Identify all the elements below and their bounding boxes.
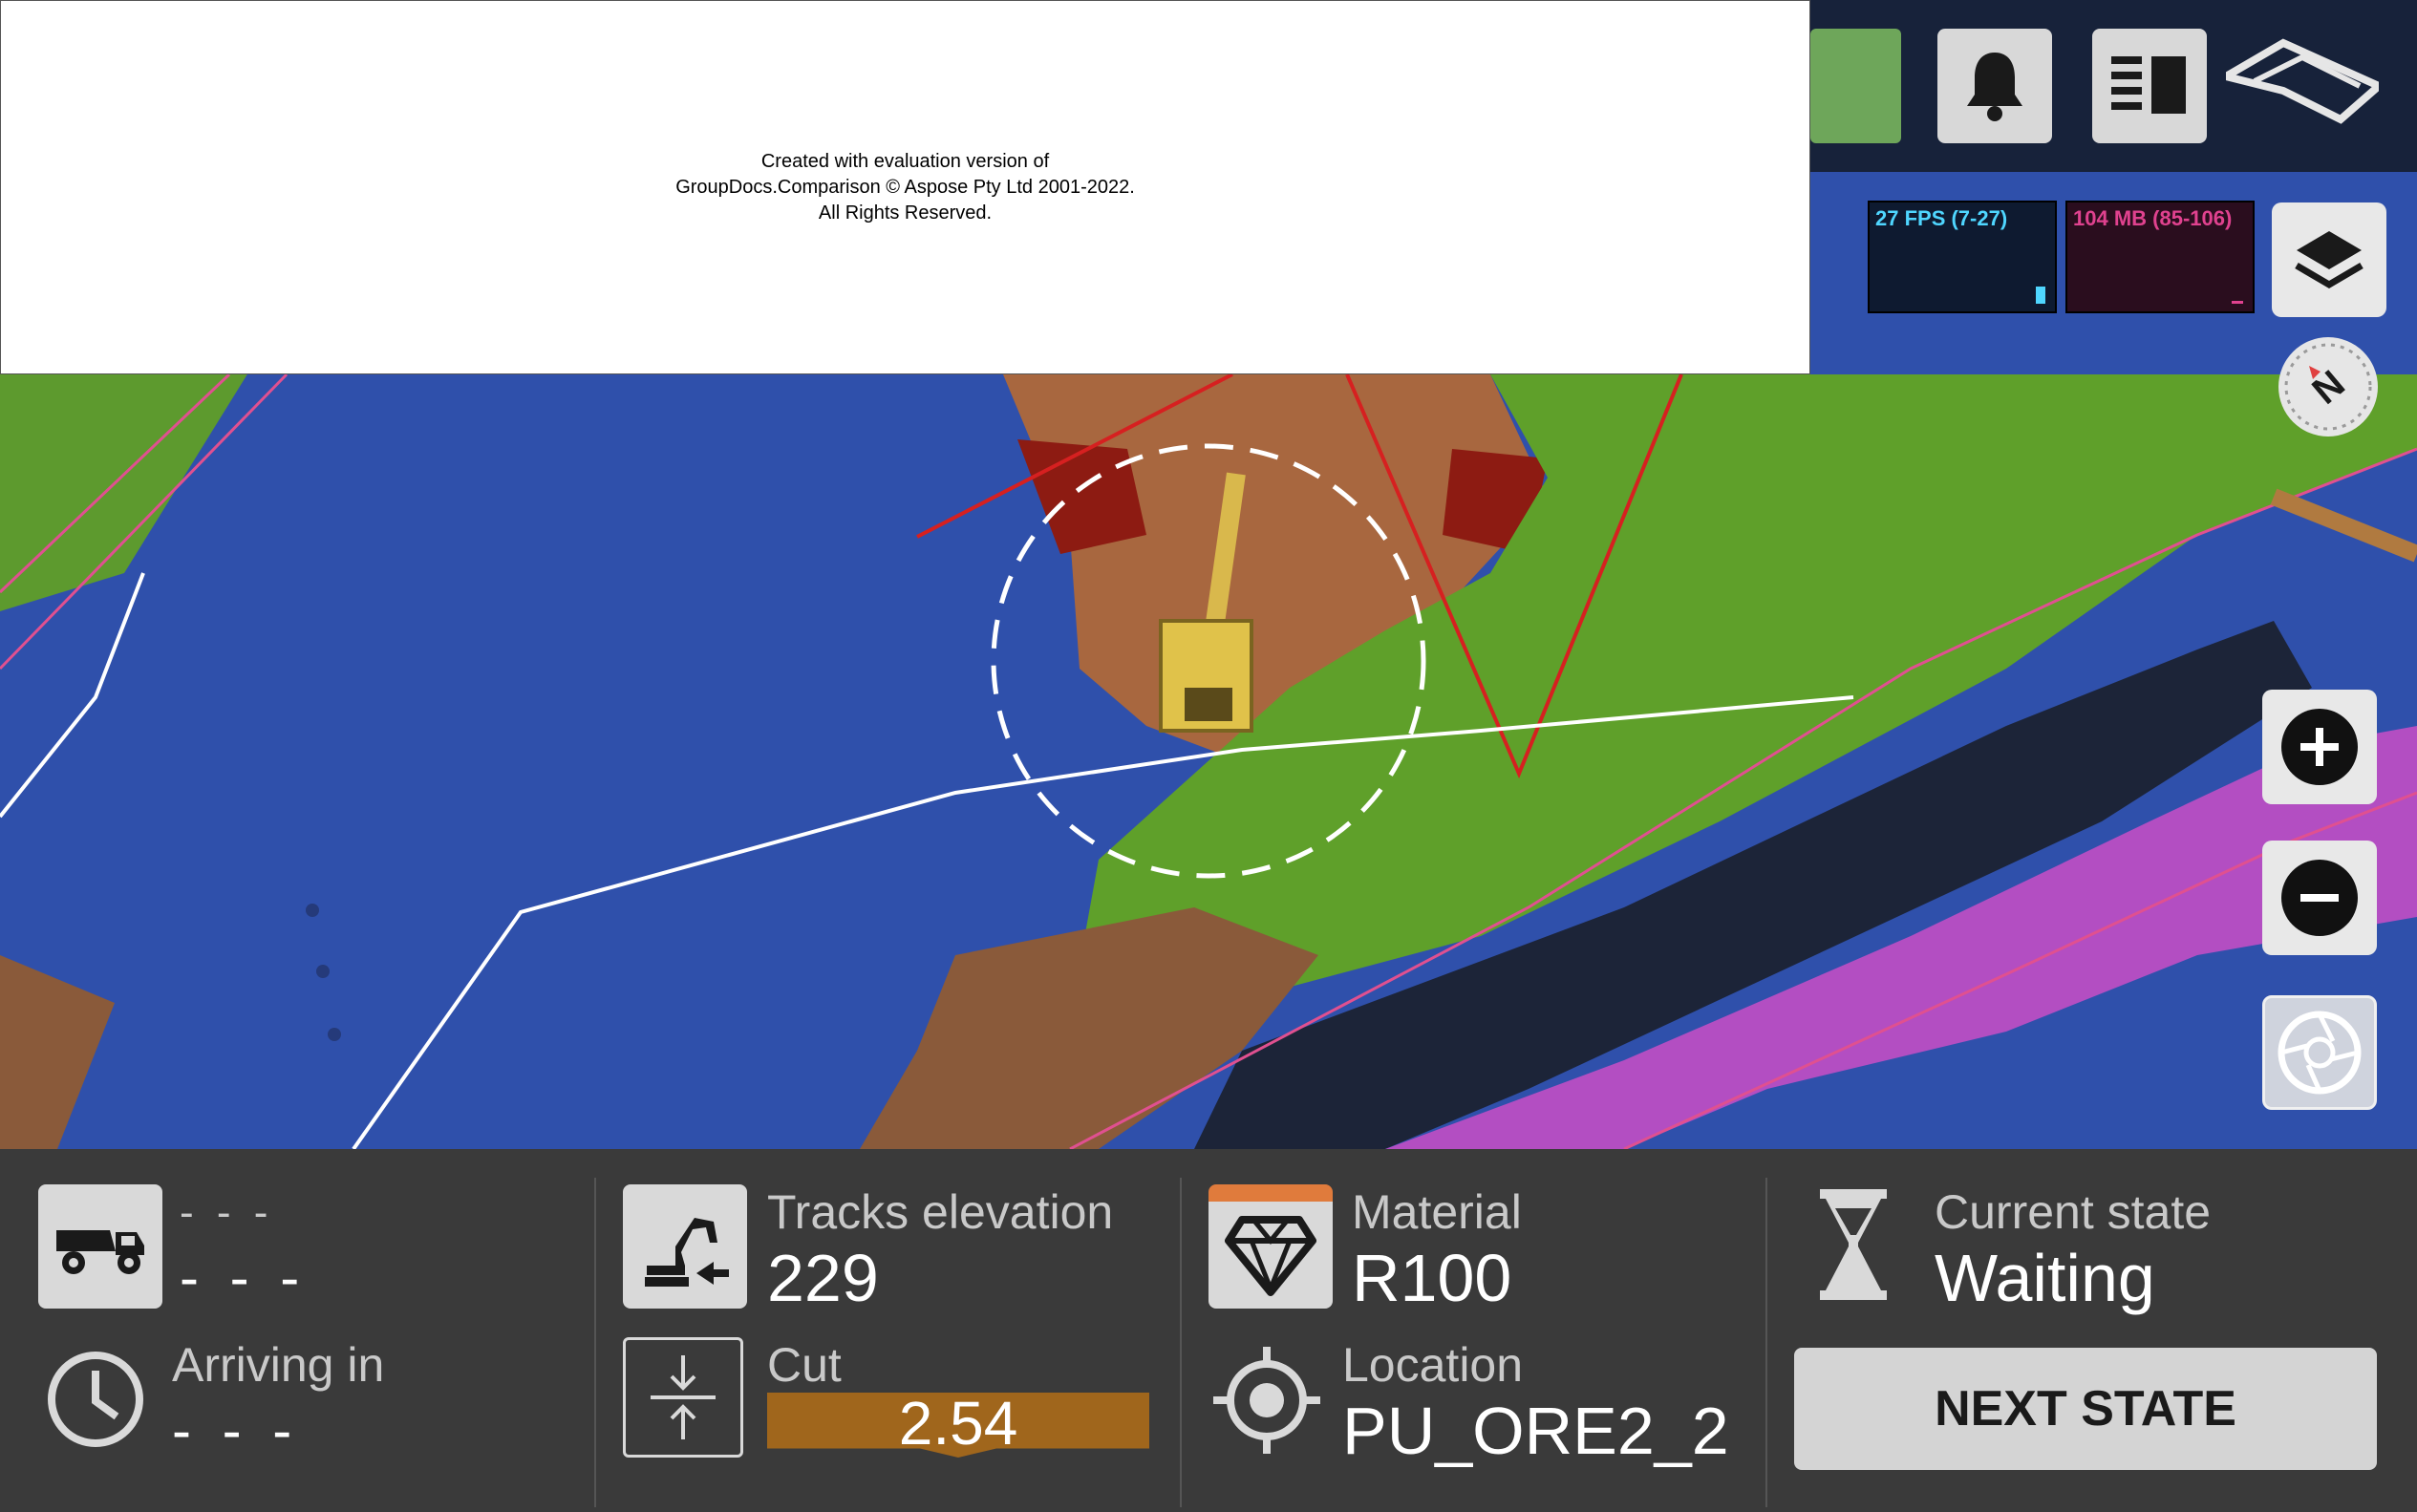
tracks-label: Tracks elevation bbox=[767, 1185, 1114, 1239]
cut-value-bar: 2.54 bbox=[767, 1393, 1149, 1458]
layout-toggle-button[interactable] bbox=[2092, 29, 2207, 143]
layout-panel-icon bbox=[2111, 56, 2186, 114]
location-value: PU_ORE2_2 bbox=[1342, 1394, 1729, 1468]
evaluation-watermark: Created with evaluation version of Group… bbox=[0, 0, 1810, 374]
dump-truck-icon bbox=[56, 1230, 144, 1274]
material-value: R100 bbox=[1352, 1241, 1512, 1315]
cut-value: 2.54 bbox=[898, 1389, 1018, 1458]
state-value: Waiting bbox=[1935, 1241, 2155, 1315]
fps-counter: 27 FPS (7-27) bbox=[1868, 201, 2057, 313]
compass-icon: N bbox=[2284, 343, 2372, 431]
memory-counter: 104 MB (85-106) bbox=[2065, 201, 2255, 313]
status-button[interactable] bbox=[1810, 29, 1901, 143]
cut-label: Cut bbox=[767, 1338, 842, 1392]
watermark-line-2: GroupDocs.Comparison © Aspose Pty Ltd 20… bbox=[675, 177, 1135, 198]
bell-icon bbox=[1967, 53, 2022, 121]
brand-logo bbox=[2226, 38, 2379, 124]
arrival-value: - - - bbox=[172, 1398, 300, 1462]
truck-title: - - - bbox=[180, 1189, 274, 1236]
fps-label: 27 FPS (7-27) bbox=[1875, 206, 2008, 230]
memory-label: 104 MB (85-106) bbox=[2073, 206, 2233, 230]
location-target-icon bbox=[1213, 1347, 1320, 1454]
camera-shutter-icon bbox=[2278, 1011, 2362, 1095]
screenshot-button[interactable] bbox=[2262, 995, 2377, 1110]
zoom-out-button[interactable] bbox=[2262, 841, 2377, 955]
cut-tile bbox=[623, 1337, 743, 1458]
truck-value: - - - bbox=[180, 1246, 308, 1310]
truck-tile bbox=[38, 1184, 162, 1309]
layers-button[interactable] bbox=[2272, 202, 2386, 317]
tracks-value: 229 bbox=[767, 1241, 879, 1315]
zoom-out-icon bbox=[2281, 860, 2358, 936]
next-state-button[interactable]: NEXT STATE bbox=[1794, 1348, 2377, 1470]
location-label: Location bbox=[1342, 1338, 1524, 1392]
watermark-line-3: All Rights Reserved. bbox=[818, 202, 993, 224]
panel-divider bbox=[594, 1178, 596, 1507]
excavator-tile bbox=[623, 1184, 747, 1309]
zoom-in-button[interactable] bbox=[2262, 690, 2377, 804]
layers-icon bbox=[2295, 231, 2364, 289]
diamond-icon bbox=[1225, 1216, 1316, 1296]
compass-button[interactable]: N bbox=[2278, 337, 2378, 437]
clock-icon bbox=[48, 1352, 143, 1447]
zoom-in-icon bbox=[2281, 709, 2358, 785]
arrival-label: Arriving in bbox=[172, 1338, 385, 1392]
excavator-elevation-icon bbox=[645, 1218, 729, 1287]
hourglass-icon bbox=[1820, 1189, 1887, 1300]
notifications-button[interactable] bbox=[1937, 29, 2052, 143]
panel-divider bbox=[1765, 1178, 1767, 1507]
watermark-line-1: Created with evaluation version of bbox=[760, 151, 1050, 172]
material-label: Material bbox=[1352, 1185, 1522, 1239]
panel-divider bbox=[1180, 1178, 1182, 1507]
compress-arrows-icon bbox=[651, 1355, 716, 1439]
material-tile bbox=[1208, 1184, 1333, 1309]
state-label: Current state bbox=[1935, 1185, 2212, 1239]
